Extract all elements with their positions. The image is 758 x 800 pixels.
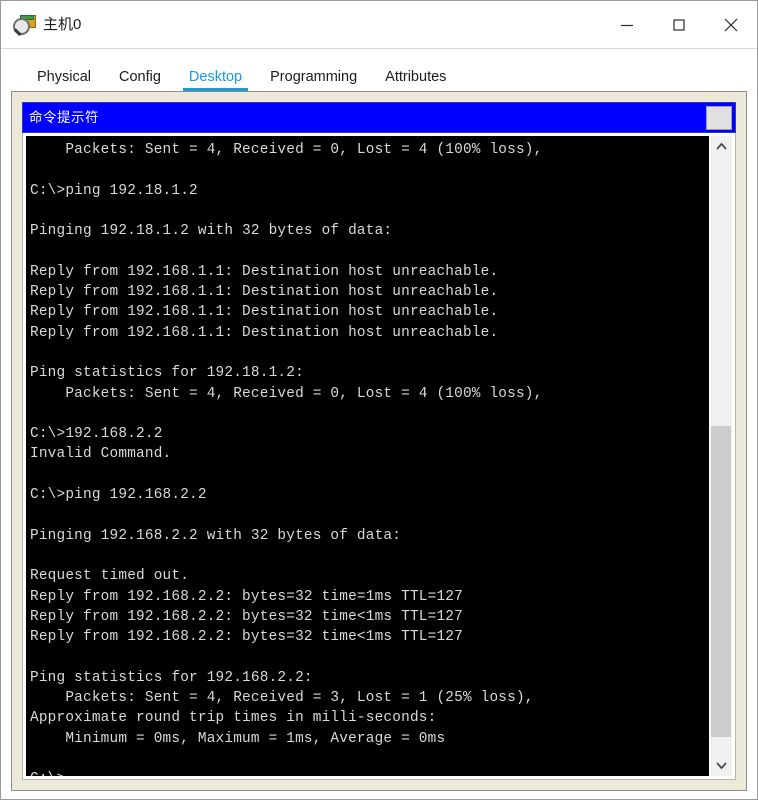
tab-attributes-label: Attributes [385, 68, 447, 85]
tab-config-label: Config [119, 68, 161, 85]
desktop-panel: 命令提示符 Packets: Sent = 4, Received = 0, L… [11, 91, 747, 791]
titlebar-left-group: 主机0 [1, 14, 81, 36]
chevron-up-icon [715, 142, 727, 150]
terminal-line: Reply from 192.168.1.1: Destination host… [30, 284, 499, 301]
tab-desktop[interactable]: Desktop [175, 68, 256, 92]
maximize-icon [673, 18, 685, 31]
terminal-line: C:\>ping 192.18.1.2 [30, 182, 198, 199]
terminal-line: Reply from 192.168.1.1: Destination host… [30, 324, 499, 341]
maximize-button[interactable] [653, 1, 705, 48]
terminal-line: Reply from 192.168.1.1: Destination host… [30, 263, 499, 280]
terminal-line: Packets: Sent = 4, Received = 0, Lost = … [30, 385, 543, 402]
terminal-line: Request timed out. [30, 568, 190, 585]
terminal-line: Reply from 192.168.2.2: bytes=32 time<1m… [30, 608, 463, 625]
terminal-line: Ping statistics for 192.18.1.2: [30, 365, 304, 382]
terminal-line: Pinging 192.18.1.2 with 32 bytes of data… [30, 223, 393, 240]
terminal-line: Reply from 192.168.2.2: bytes=32 time=1m… [30, 588, 463, 605]
terminal-line: Packets: Sent = 4, Received = 3, Lost = … [30, 690, 534, 707]
host-properties-window: 主机0 Physical Config Desktop Programming … [0, 0, 758, 800]
tab-desktop-label: Desktop [188, 68, 243, 85]
packet-tracer-host-icon [13, 14, 36, 36]
minimize-button[interactable] [601, 1, 653, 48]
scrollbar-thumb[interactable] [711, 426, 731, 738]
terminal-output[interactable]: Packets: Sent = 4, Received = 0, Lost = … [26, 136, 709, 776]
close-icon [724, 18, 738, 31]
terminal-line: C:\>ping 192.168.2.2 [30, 487, 207, 504]
command-prompt-close-button[interactable] [706, 105, 732, 130]
scrollbar-up-button[interactable] [710, 136, 732, 157]
tabbar-container: Physical Config Desktop Programming Attr… [1, 49, 757, 91]
terminal-line: C:\>192.168.2.2 [30, 426, 163, 443]
chevron-down-icon [715, 762, 727, 770]
terminal-shell: Packets: Sent = 4, Received = 0, Lost = … [22, 133, 736, 780]
window-title: 主机0 [43, 16, 82, 33]
minimize-icon [621, 24, 633, 26]
terminal-line: Approximate round trip times in milli-se… [30, 710, 437, 727]
tab-programming[interactable]: Programming [256, 68, 371, 92]
window-titlebar: 主机0 [1, 1, 757, 49]
terminal-line: C:\> [30, 769, 709, 776]
command-prompt-window: 命令提示符 Packets: Sent = 4, Received = 0, L… [22, 102, 736, 780]
command-prompt-title: 命令提示符 [29, 109, 99, 125]
tabbar: Physical Config Desktop Programming Attr… [1, 49, 757, 91]
window-controls [601, 1, 757, 48]
command-prompt-titlebar: 命令提示符 [22, 102, 736, 133]
tab-physical-label: Physical [37, 68, 91, 85]
scrollbar-down-button[interactable] [710, 755, 732, 776]
terminal-line: Reply from 192.168.1.1: Destination host… [30, 304, 499, 321]
close-button[interactable] [705, 1, 757, 48]
terminal-line: Packets: Sent = 4, Received = 0, Lost = … [30, 142, 543, 158]
scrollbar-track[interactable] [710, 157, 732, 755]
terminal-line: Minimum = 0ms, Maximum = 1ms, Average = … [30, 730, 446, 747]
tab-config[interactable]: Config [105, 68, 175, 92]
terminal-line: Ping statistics for 192.168.2.2: [30, 669, 313, 686]
tab-programming-label: Programming [270, 68, 358, 85]
terminal-lines: Packets: Sent = 4, Received = 0, Lost = … [26, 136, 709, 776]
terminal-line: Pinging 192.168.2.2 with 32 bytes of dat… [30, 527, 402, 544]
tab-physical[interactable]: Physical [23, 68, 105, 92]
terminal-line: Reply from 192.168.2.2: bytes=32 time<1m… [30, 629, 463, 646]
terminal-scrollbar[interactable] [709, 136, 732, 776]
tab-attributes[interactable]: Attributes [371, 68, 460, 92]
terminal-line: Invalid Command. [30, 446, 172, 463]
